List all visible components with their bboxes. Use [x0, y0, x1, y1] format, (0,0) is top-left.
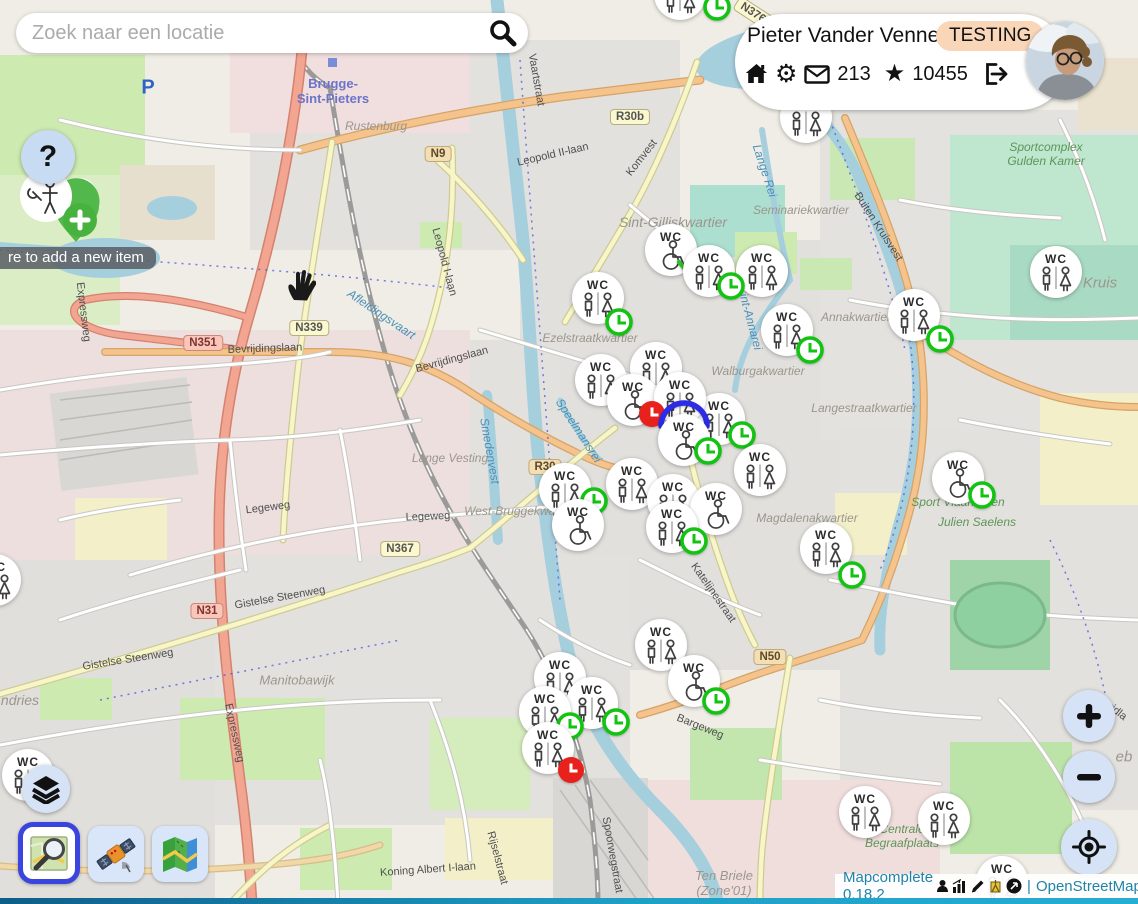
- layers-icon: [31, 774, 61, 804]
- openstreetmap-link[interactable]: OpenStreetMap: [1036, 878, 1138, 895]
- road-shield: N351: [183, 335, 223, 351]
- search-icon[interactable]: [488, 18, 518, 48]
- folded-map-icon: [159, 833, 201, 875]
- svg-text:WC: WC: [669, 378, 691, 392]
- road-shield: N50: [753, 649, 786, 665]
- mapcomplete-app: PBrugge- Sint-PietersRustenburgExpresswe…: [0, 0, 1138, 904]
- crosshair-icon: [1072, 830, 1106, 864]
- wc-marker[interactable]: WC: [551, 498, 605, 552]
- landmark-icon[interactable]: [988, 879, 1003, 894]
- opening-hours-badge: [556, 755, 586, 785]
- svg-text:WC: WC: [0, 560, 6, 574]
- opening-hours-badge: [967, 480, 997, 510]
- road-shield: N339: [289, 320, 329, 336]
- svg-text:WC: WC: [903, 295, 925, 309]
- svg-text:WC: WC: [645, 348, 667, 362]
- help-button[interactable]: ?: [21, 130, 75, 184]
- svg-text:WC: WC: [537, 728, 559, 742]
- road-shield: N9: [425, 146, 452, 162]
- hand-cursor-icon: [284, 266, 316, 304]
- mapillary-icon[interactable]: [1006, 878, 1022, 894]
- star-icon[interactable]: ★: [884, 63, 906, 85]
- opening-hours-badge: [702, 0, 732, 22]
- svg-text:WC: WC: [815, 528, 837, 542]
- opening-hours-badge: [604, 307, 634, 337]
- opening-hours-badge: [795, 335, 825, 365]
- style-satellite-button[interactable]: [88, 826, 144, 882]
- svg-text:WC: WC: [549, 658, 571, 672]
- svg-text:WC: WC: [661, 507, 683, 521]
- svg-text:WC: WC: [534, 692, 556, 706]
- opening-hours-badge: [693, 436, 723, 466]
- opening-hours-badge: [701, 686, 731, 716]
- user-panel: Pieter Vander Vennet TESTING ⚙ 213 ★ 104…: [735, 14, 1068, 110]
- opening-hours-badge: [925, 324, 955, 354]
- attribution-bar: Mapcomplete 0.18.2 | OpenStreetMap: [835, 874, 1138, 898]
- map-canvas[interactable]: PBrugge- Sint-PietersRustenburgExpresswe…: [0, 0, 1138, 904]
- gear-icon[interactable]: ⚙: [775, 63, 797, 85]
- road-shield: R30b: [610, 109, 650, 125]
- style-map-button[interactable]: [152, 826, 208, 882]
- zoom-in-button[interactable]: [1063, 690, 1115, 742]
- svg-text:WC: WC: [581, 683, 603, 697]
- road-shield: N31: [190, 603, 223, 619]
- statistics-icon[interactable]: [952, 879, 967, 893]
- svg-text:WC: WC: [587, 278, 609, 292]
- envelope-icon[interactable]: [804, 65, 830, 84]
- opening-hours-badge: [716, 271, 746, 301]
- svg-text:WC: WC: [1045, 252, 1067, 266]
- search-bar: [16, 13, 528, 53]
- opening-hours-badge: [679, 526, 709, 556]
- svg-text:WC: WC: [590, 360, 612, 374]
- svg-text:WC: WC: [749, 450, 771, 464]
- geolocate-button[interactable]: [1061, 819, 1117, 875]
- changeset-count[interactable]: 10455: [912, 63, 968, 86]
- logout-icon[interactable]: [983, 62, 1009, 86]
- svg-text:WC: WC: [621, 464, 643, 478]
- help-label: ?: [39, 140, 57, 174]
- user-name: Pieter Vander Vennet: [747, 24, 945, 48]
- avatar-photo: [1026, 22, 1104, 100]
- bottom-accent-strip: [0, 898, 1138, 904]
- zoom-out-button[interactable]: [1063, 751, 1115, 803]
- svg-text:WC: WC: [933, 799, 955, 813]
- contributor-icon[interactable]: [936, 879, 949, 893]
- home-icon[interactable]: [745, 63, 768, 85]
- layers-button[interactable]: [22, 765, 70, 813]
- svg-text:WC: WC: [698, 251, 720, 265]
- plus-icon: [1075, 702, 1103, 730]
- style-osm-carto-button[interactable]: [18, 822, 80, 884]
- svg-text:WC: WC: [554, 469, 576, 483]
- svg-text:WC: WC: [854, 792, 876, 806]
- opening-hours-badge: [601, 707, 631, 737]
- edit-pencil-icon[interactable]: [970, 879, 985, 894]
- messages-count[interactable]: 213: [837, 63, 870, 86]
- wc-marker[interactable]: WC: [917, 792, 971, 846]
- minus-icon: [1075, 763, 1103, 791]
- wc-marker[interactable]: WC: [1029, 245, 1083, 299]
- road-shield: N367: [380, 541, 420, 557]
- wc-marker[interactable]: WC: [0, 553, 22, 607]
- svg-text:WC: WC: [662, 480, 684, 494]
- wc-marker[interactable]: WC: [653, 0, 707, 21]
- user-avatar[interactable]: [1026, 22, 1104, 100]
- attribution-separator: |: [1027, 878, 1031, 895]
- opening-hours-badge: [837, 560, 867, 590]
- svg-text:WC: WC: [776, 310, 798, 324]
- add-item-tooltip: re to add a new item: [0, 247, 156, 269]
- wc-marker[interactable]: WC: [838, 785, 892, 839]
- search-input[interactable]: [16, 22, 488, 45]
- satellite-icon: [94, 832, 138, 876]
- osm-carto-icon: [28, 832, 70, 874]
- svg-text:WC: WC: [751, 251, 773, 265]
- svg-text:WC: WC: [650, 625, 672, 639]
